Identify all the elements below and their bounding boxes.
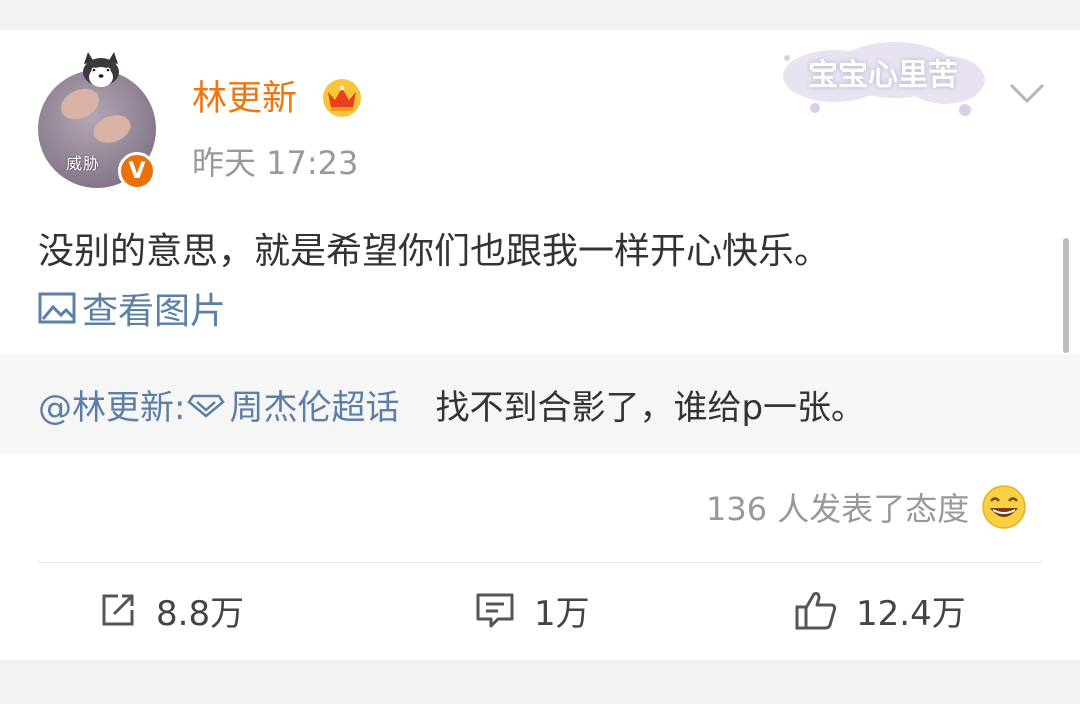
- image-icon: [38, 292, 76, 324]
- super-topic-diamond-icon: [187, 394, 226, 418]
- paw-shape: [55, 82, 105, 126]
- reactions-text: 136 人发表了态度: [706, 490, 970, 528]
- repost-text: 找不到合影了，谁给p一张。: [435, 388, 866, 428]
- share-icon: [102, 594, 134, 626]
- like-count: 12.4万: [856, 593, 966, 634]
- bottom-separator: [0, 660, 1080, 704]
- comment-button[interactable]: 1万: [474, 584, 590, 636]
- post-card: [0, 30, 1080, 660]
- divider: [38, 562, 1042, 563]
- mention-link[interactable]: @林更新:: [38, 380, 185, 429]
- post-text: 没别的意思，就是希望你们也跟我一样开心快乐。: [38, 231, 831, 272]
- share-button[interactable]: 8.8万: [98, 584, 244, 636]
- avatar-tag-label: 威胁: [66, 154, 101, 173]
- topic-label: 周杰伦超话: [229, 388, 400, 428]
- top-separator: [0, 0, 1080, 30]
- author-name[interactable]: 林更新: [192, 70, 297, 121]
- scrollbar[interactable]: [1063, 238, 1069, 353]
- husky-sticker-icon: [83, 52, 119, 87]
- view-images-label: 查看图片: [82, 291, 227, 332]
- share-count: 8.8万: [156, 593, 245, 634]
- post-time: 昨天 17:23: [192, 144, 359, 182]
- topic-link[interactable]: 周杰伦超话: [185, 380, 399, 429]
- like-button[interactable]: 12.4万: [794, 584, 966, 636]
- view-images-link[interactable]: 查看图片: [38, 283, 226, 333]
- laughing-emoji-icon: [982, 485, 1027, 529]
- chevron-down-icon[interactable]: [1008, 80, 1046, 106]
- paw-shape: [89, 110, 135, 148]
- watermark-text: 宝宝心里苦: [808, 58, 958, 93]
- comment-count: 1万: [534, 593, 590, 634]
- verified-badge-icon: V: [118, 152, 156, 190]
- thumbs-up-icon: [795, 592, 837, 630]
- comment-icon: [476, 593, 514, 628]
- crown-icon: [323, 79, 361, 117]
- reactions-summary[interactable]: 136 人发表了态度: [706, 482, 1027, 532]
- repost-line: @林更新: 周杰伦超话 找不到合影了，谁给p一张。: [38, 380, 865, 429]
